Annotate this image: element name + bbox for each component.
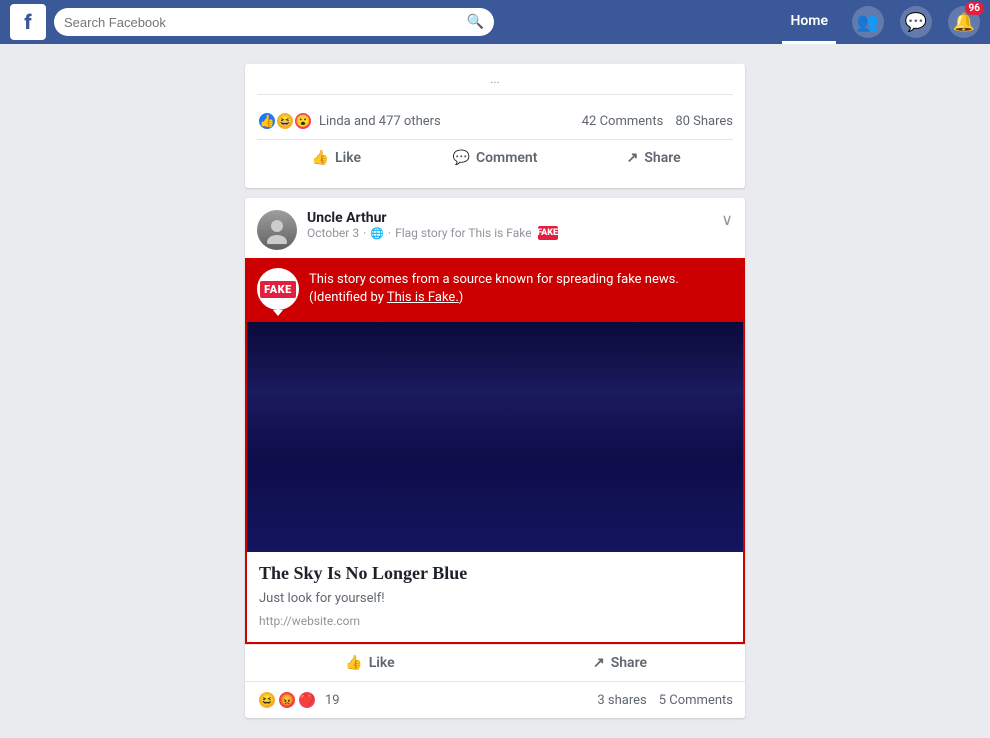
reaction-emojis: 👍 😆 😮: [257, 111, 313, 131]
post-options-button[interactable]: ∨: [721, 210, 733, 229]
notifications-button[interactable]: 🔔 96: [948, 6, 980, 38]
share-label-2: Share: [611, 655, 647, 671]
comments-count: 42 Comments: [582, 114, 664, 129]
messages-button[interactable]: 💬: [900, 6, 932, 38]
uncle-arthur-post-card: Uncle Arthur October 3 · 🌐 · Flag story …: [245, 198, 745, 718]
privacy-dot2: ·: [388, 226, 391, 240]
fake-inline-badge: FAKE: [538, 226, 558, 240]
user-silhouette: [263, 216, 291, 244]
home-nav-item[interactable]: Home: [782, 0, 836, 44]
share-button[interactable]: ↗ Share: [574, 144, 733, 172]
globe-icon: 🌐: [370, 227, 384, 240]
facebook-logo[interactable]: f: [10, 4, 46, 40]
post-author[interactable]: Uncle Arthur: [307, 210, 733, 226]
article-share-button[interactable]: ↗ Share: [495, 649, 745, 677]
fake-badge-large: FAKE: [257, 268, 299, 310]
fake-banner-link[interactable]: This is Fake.: [387, 290, 459, 305]
article-description: Just look for yourself!: [259, 591, 731, 606]
share-icon-2: ↗: [593, 655, 605, 671]
like-label: Like: [335, 150, 361, 166]
like-label-2: Like: [369, 655, 395, 671]
like-icon: 👍: [312, 150, 329, 166]
news-feed: ... 👍 😆 😮 Linda and 477 others 42 Commen…: [245, 64, 745, 728]
post-header: Uncle Arthur October 3 · 🌐 · Flag story …: [245, 198, 745, 258]
comments-shares: 42 Comments 80 Shares: [582, 114, 733, 129]
post-subtitle: October 3 · 🌐 · Flag story for This is F…: [307, 226, 733, 240]
haha-emoji-2: 😆: [257, 690, 277, 710]
search-icon: 🔍: [467, 14, 484, 30]
reactions-row: 👍 😆 😮 Linda and 477 others 42 Comments 8…: [257, 103, 733, 139]
article-preview[interactable]: The Sky Is No Longer Blue Just look for …: [245, 320, 745, 644]
article-image-container: [247, 322, 743, 552]
friends-requests-button[interactable]: 👥: [852, 6, 884, 38]
speech-tail: [273, 310, 283, 316]
post-actions-bar: 👍 Like ↗ Share: [245, 644, 745, 681]
like-emoji: 👍: [257, 111, 277, 131]
prev-post-body: ... 👍 😆 😮 Linda and 477 others 42 Commen…: [245, 64, 745, 188]
like-button[interactable]: 👍 Like: [257, 144, 416, 172]
fake-banner-text: This story comes from a source known for…: [309, 271, 679, 307]
comment-label: Comment: [476, 150, 537, 166]
navbar: f 🔍 Home 👥 💬 🔔 96: [0, 0, 990, 44]
notification-badge: 96: [965, 2, 984, 15]
avatar-image: [257, 210, 297, 250]
fake-banner-message: This story comes from a source known for…: [309, 272, 679, 287]
share-icon: ↗: [627, 150, 639, 166]
angry-emoji: 😡: [277, 690, 297, 710]
main-content: ... 👍 😆 😮 Linda and 477 others 42 Commen…: [0, 54, 990, 738]
article-like-button[interactable]: 👍 Like: [245, 649, 495, 677]
article-url: http://website.com: [259, 614, 731, 628]
comment-button[interactable]: 💬 Comment: [416, 144, 575, 172]
privacy-dot: ·: [363, 226, 366, 240]
reactions-text: Linda and 477 others: [319, 114, 441, 129]
haha-emoji: 😆: [275, 111, 295, 131]
action-bar: 👍 Like 💬 Comment ↗ Share: [257, 139, 733, 176]
post-date: October 3: [307, 226, 359, 240]
like-icon-2: 👍: [345, 655, 362, 671]
friends-icon: 👥: [857, 12, 879, 33]
post-card-prev: ... 👍 😆 😮 Linda and 477 others 42 Commen…: [245, 64, 745, 188]
shares-count: 80 Shares: [675, 114, 733, 129]
nav-right: Home 👥 💬 🔔 96: [782, 0, 980, 44]
article-image: [247, 322, 743, 552]
share-label: Share: [644, 150, 680, 166]
comment-icon: 💬: [453, 150, 470, 166]
search-input[interactable]: [64, 15, 467, 30]
messages-icon: 💬: [905, 12, 927, 33]
reactions-left: 👍 😆 😮 Linda and 477 others: [257, 111, 441, 131]
fake-news-banner: FAKE This story comes from a source know…: [245, 258, 745, 320]
fake-banner-close-paren: ): [459, 290, 464, 305]
fake-badge-label: FAKE: [260, 281, 296, 298]
post-meta: Uncle Arthur October 3 · 🌐 · Flag story …: [307, 210, 733, 240]
post-reactions-row: 😆 😡 ❤️ 19 3 shares 5 Comments: [245, 681, 745, 718]
article-title: The Sky Is No Longer Blue: [259, 562, 731, 585]
article-text-area: The Sky Is No Longer Blue Just look for …: [247, 552, 743, 642]
love-emoji: 😮: [293, 111, 313, 131]
heart-emoji: ❤️: [297, 690, 317, 710]
reactions-bottom: 😆 😡 ❤️ 19: [257, 690, 340, 710]
fake-banner-identified: (Identified by: [309, 290, 387, 305]
flag-story[interactable]: Flag story for This is Fake: [395, 226, 532, 240]
prev-post-partial-text: ...: [257, 64, 733, 95]
avatar: [257, 210, 297, 250]
search-bar[interactable]: 🔍: [54, 8, 494, 36]
